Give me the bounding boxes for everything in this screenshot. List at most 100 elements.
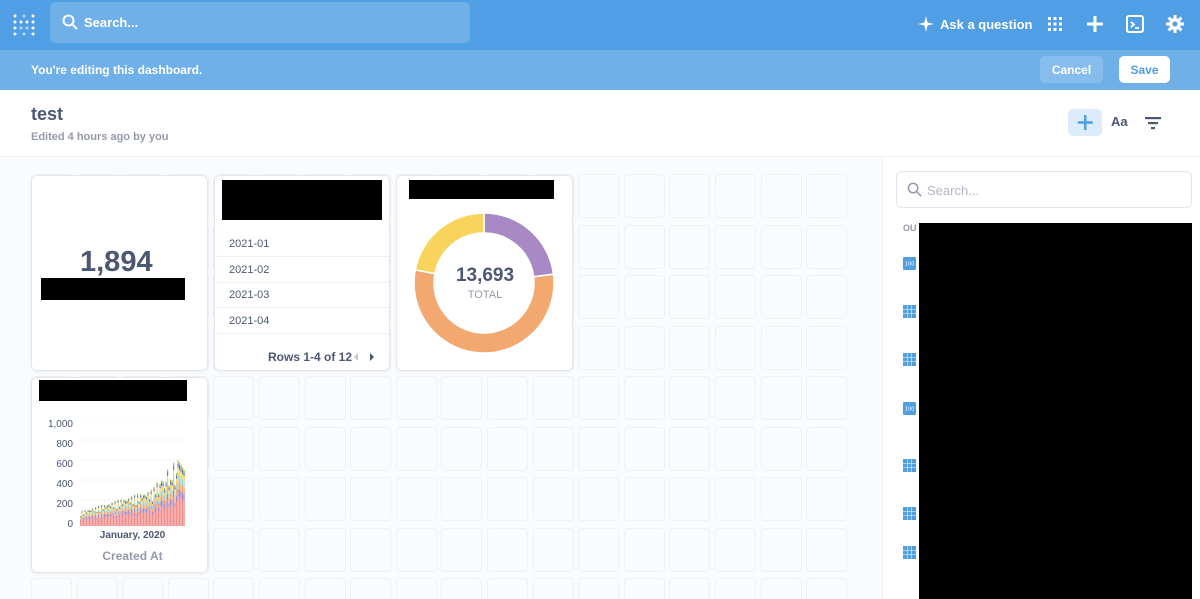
bar-segment[interactable] <box>171 500 173 506</box>
bar-segment[interactable] <box>153 495 155 500</box>
bar-segment[interactable] <box>132 506 134 509</box>
bar-segment[interactable] <box>146 505 148 510</box>
bar-segment[interactable] <box>113 508 115 510</box>
bar-segment[interactable] <box>93 512 95 515</box>
bar-segment[interactable] <box>101 505 103 507</box>
bar-segment[interactable] <box>147 510 149 526</box>
bar-segment[interactable] <box>183 500 185 526</box>
bar-segment[interactable] <box>117 505 119 508</box>
bar-segment[interactable] <box>107 514 109 517</box>
bar-segment[interactable] <box>141 500 143 504</box>
bar-segment[interactable] <box>107 516 109 526</box>
bar-segment[interactable] <box>93 517 95 520</box>
sidebar-search-input[interactable]: Search... <box>896 171 1192 208</box>
bar-segment[interactable] <box>110 505 112 507</box>
bar-segment[interactable] <box>137 494 139 496</box>
bar-segment[interactable] <box>92 515 94 519</box>
bar-segment[interactable] <box>83 515 85 517</box>
bar-segment[interactable] <box>162 505 164 526</box>
bar-segment[interactable] <box>126 511 128 515</box>
add-question-button[interactable] <box>1068 109 1102 136</box>
bar-segment[interactable] <box>126 514 128 526</box>
bar-segment[interactable] <box>131 509 133 513</box>
bar-segment[interactable] <box>150 497 152 502</box>
bar-segment[interactable] <box>153 487 155 490</box>
bar-segment[interactable] <box>173 463 175 467</box>
bar-segment[interactable] <box>129 509 131 513</box>
bar-segment[interactable] <box>111 503 113 505</box>
bar-segment[interactable] <box>89 518 91 526</box>
bar-segment[interactable] <box>80 516 82 518</box>
next-page-icon[interactable] <box>368 352 376 362</box>
bar-segment[interactable] <box>123 502 125 506</box>
bar-segment[interactable] <box>164 490 166 493</box>
bar-segment[interactable] <box>159 501 161 507</box>
bar-segment[interactable] <box>120 500 122 503</box>
bar-segment[interactable] <box>132 505 134 507</box>
bar-segment[interactable] <box>114 502 116 504</box>
bar-segment[interactable] <box>117 499 119 502</box>
bar-segment[interactable] <box>116 512 118 515</box>
bar-segment[interactable] <box>110 512 112 515</box>
bar-segment[interactable] <box>101 514 103 517</box>
bar-segment[interactable] <box>161 485 163 491</box>
bar-segment[interactable] <box>117 511 119 515</box>
bar-segment[interactable] <box>144 508 146 512</box>
bar-segment[interactable] <box>155 497 157 501</box>
bar-segment[interactable] <box>87 516 89 519</box>
bar-segment[interactable] <box>119 506 121 508</box>
bar-segment[interactable] <box>140 511 142 526</box>
bar-segment[interactable] <box>98 505 100 507</box>
bar-segment[interactable] <box>176 472 178 476</box>
bar-segment[interactable] <box>140 507 142 512</box>
table-grid-icon[interactable] <box>903 507 916 520</box>
bar-segment[interactable] <box>138 503 140 507</box>
bar-segment[interactable] <box>102 514 104 517</box>
bar-segment[interactable] <box>80 517 82 519</box>
bar-segment[interactable] <box>101 516 103 526</box>
bar-segment[interactable] <box>119 510 121 513</box>
bar-segment[interactable] <box>87 513 89 515</box>
bar-segment[interactable] <box>93 511 95 513</box>
bar-segment[interactable] <box>176 489 178 496</box>
bar-segment[interactable] <box>177 488 179 497</box>
bar-segment[interactable] <box>84 518 86 526</box>
bar-segment[interactable] <box>108 511 110 514</box>
bar-segment[interactable] <box>140 497 142 501</box>
bar-segment[interactable] <box>159 506 161 526</box>
bar-segment[interactable] <box>183 494 185 501</box>
bar-segment[interactable] <box>159 483 161 486</box>
bar-segment[interactable] <box>120 514 122 526</box>
bar-segment[interactable] <box>89 511 91 514</box>
bar-segment[interactable] <box>137 503 139 508</box>
bar-segment[interactable] <box>177 480 179 489</box>
bar-segment[interactable] <box>177 496 179 526</box>
bar-segment[interactable] <box>96 511 98 513</box>
bar-segment[interactable] <box>146 502 148 506</box>
bar-segment[interactable] <box>152 501 154 503</box>
bar-segment[interactable] <box>149 504 151 508</box>
bar-segment[interactable] <box>165 495 167 501</box>
bar-segment[interactable] <box>80 521 82 527</box>
bar-segment[interactable] <box>113 515 115 518</box>
bar-segment[interactable] <box>80 519 82 521</box>
bar-segment[interactable] <box>125 508 127 512</box>
bar-segment[interactable] <box>135 509 137 512</box>
bar-segment[interactable] <box>158 511 160 526</box>
bar-segment[interactable] <box>90 518 92 526</box>
bar-segment[interactable] <box>89 513 91 516</box>
bar-segment[interactable] <box>125 511 127 515</box>
bar-segment[interactable] <box>90 517 92 519</box>
bar-segment[interactable] <box>137 511 139 526</box>
bar-segment[interactable] <box>161 494 163 501</box>
bar-segment[interactable] <box>81 519 83 526</box>
bar-segment[interactable] <box>123 505 125 508</box>
bar-segment[interactable] <box>96 514 98 517</box>
bar-segment[interactable] <box>158 495 160 498</box>
bar-segment[interactable] <box>117 514 119 526</box>
stacked-bar-chart[interactable] <box>80 420 185 526</box>
bar-segment[interactable] <box>156 482 158 485</box>
bar-segment[interactable] <box>180 477 182 485</box>
bar-segment[interactable] <box>96 516 98 518</box>
bar-segment[interactable] <box>176 495 178 503</box>
